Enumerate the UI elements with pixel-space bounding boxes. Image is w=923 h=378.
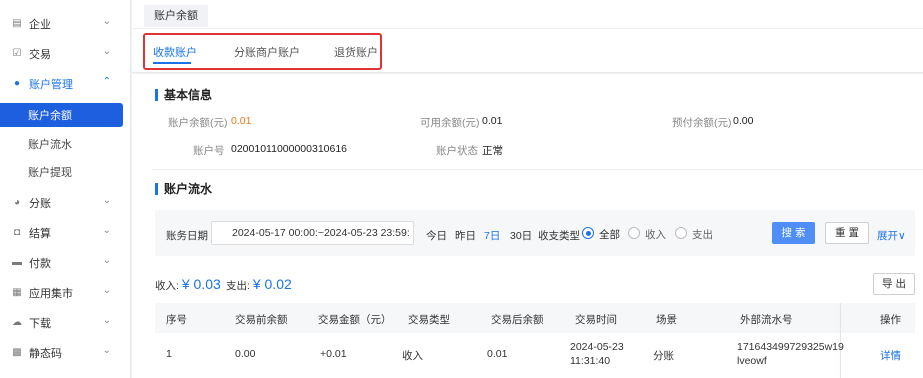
chevron-down-icon: ⌄ (102, 285, 111, 296)
cell-no: 1 (166, 348, 172, 360)
building-icon: ▤ (12, 18, 22, 29)
account-no-label: 账户号 (193, 145, 225, 157)
cell-time-date: 2024-05-23 (570, 341, 624, 353)
sub-account-balance[interactable]: 账户余额 (0, 103, 123, 127)
export-button[interactable]: 导 出 (873, 273, 915, 295)
divider (152, 169, 923, 170)
detail-link[interactable]: 详情 (880, 348, 901, 363)
cell-type: 收入 (402, 350, 423, 362)
nav-download[interactable]: ☁ 下载 ⌄ (0, 311, 131, 335)
balance-label: 账户余额(元) (168, 117, 228, 129)
prepaid-value: 0.00 (733, 115, 754, 127)
nav-static-code[interactable]: ▩ 静态码 ⌄ (0, 341, 131, 365)
cell-amount: +0.01 (320, 348, 347, 360)
chevron-down-icon: ⌄ (102, 345, 111, 356)
col-header-scene: 场景 (656, 314, 677, 326)
nav-app-market[interactable]: ▦ 应用集市 ⌄ (0, 281, 131, 305)
balance-value: 0.01 (231, 115, 252, 127)
nav-label: 结算 (29, 228, 51, 240)
account-no-value: 02001011000000310616 (231, 143, 348, 155)
account-icon: ● (13, 78, 21, 89)
settle-icon: ◘ (13, 227, 21, 238)
cell-before: 0.00 (235, 348, 256, 360)
nav-label: 静态码 (29, 348, 62, 360)
annotation-highlight-box (143, 33, 382, 70)
radio-income-label[interactable]: 收入 (645, 227, 666, 242)
col-header-ext-no: 外部流水号 (740, 314, 793, 326)
section-title-basic-info: 基本信息 (155, 89, 212, 101)
sidebar: ▤ 企业 ⌄ ☑ 交易 ⌄ ● 账户管理 ⌃ 账户余额 账户流水 账户提现 ◕ … (0, 0, 131, 378)
income-summary: 收入: ¥ 0.03 (155, 276, 221, 293)
col-header-before: 交易前余额 (235, 314, 288, 326)
nav-label: 应用集市 (29, 288, 73, 300)
cell-time-clock: 11:31:40 (570, 355, 611, 367)
sub-account-flow[interactable]: 账户流水 (0, 132, 123, 156)
qr-icon: ▩ (12, 347, 22, 358)
col-header-no: 序号 (166, 314, 187, 326)
col-header-time: 交易时间 (575, 314, 617, 326)
expense-label: 支出: (226, 280, 250, 292)
date-range-picker[interactable]: 2024-05-17 00:00:~2024-05-23 23:59: (211, 221, 414, 245)
reset-button[interactable]: 重 置 (825, 222, 869, 244)
available-label: 可用余额(元) (420, 117, 480, 129)
folder-icon: ▬ (12, 257, 22, 268)
chevron-down-icon: ⌄ (102, 16, 111, 27)
cloud-icon: ☁ (12, 317, 22, 328)
radio-expense[interactable] (675, 227, 687, 239)
chevron-down-icon: ⌄ (102, 255, 111, 266)
nav-label: 交易 (29, 49, 51, 61)
available-value: 0.01 (482, 115, 503, 127)
quick-7-days[interactable]: 7日 (484, 228, 500, 243)
account-status-value: 正常 (482, 145, 503, 157)
quick-yesterday[interactable]: 昨日 (455, 228, 476, 243)
chevron-down-icon: ⌄ (102, 225, 111, 236)
col-header-amount: 交易金额（元） (318, 314, 392, 326)
col-header-after: 交易后余额 (491, 314, 544, 326)
col-header-action: 操作 (880, 314, 901, 326)
radio-all-label[interactable]: 全部 (599, 227, 620, 242)
nav-label: 账户管理 (29, 79, 73, 91)
cell-ext-no-line2: lveowf (737, 355, 767, 367)
expense-value: ¥ 0.02 (252, 276, 292, 292)
nav-settlement[interactable]: ◘ 结算 ⌄ (0, 221, 131, 245)
expense-summary: 支出: ¥ 0.02 (226, 276, 292, 293)
pie-icon: ◕ (13, 197, 21, 208)
cell-scene: 分账 (653, 350, 674, 362)
checkbox-icon: ☑ (12, 48, 22, 59)
apps-icon: ▦ (12, 287, 22, 298)
account-status-label: 账户状态 (436, 145, 478, 157)
chevron-down-icon: ⌄ (102, 46, 111, 57)
cell-ext-no-line1: 171643499729325w19 (737, 341, 844, 353)
income-value: ¥ 0.03 (181, 276, 221, 292)
cell-after: 0.01 (487, 348, 508, 360)
search-button[interactable]: 搜 索 (772, 222, 815, 244)
page-tab-account-balance[interactable]: 账户余额 (144, 5, 208, 27)
chevron-down-icon: ⌄ (102, 315, 111, 326)
expand-link[interactable]: 展开∨ (877, 228, 906, 243)
radio-income[interactable] (628, 227, 640, 239)
nav-label: 付款 (29, 258, 51, 270)
radio-all[interactable] (582, 227, 594, 239)
section-title-account-flow: 账户流水 (155, 183, 212, 195)
chevron-down-icon: ⌄ (102, 195, 111, 206)
quick-30-days[interactable]: 30日 (510, 228, 532, 243)
income-label: 收入: (155, 280, 179, 292)
nav-enterprise[interactable]: ▤ 企业 ⌄ (0, 12, 131, 36)
nav-label: 下载 (29, 318, 51, 330)
type-label: 收支类型 (538, 230, 580, 242)
sub-account-withdraw[interactable]: 账户提现 (0, 160, 123, 184)
col-header-type: 交易类型 (408, 314, 450, 326)
page-tab-bar: 账户余额 (132, 0, 923, 29)
chevron-up-icon: ⌃ (102, 76, 111, 87)
nav-account-management[interactable]: ● 账户管理 ⌃ (0, 72, 131, 96)
nav-split[interactable]: ◕ 分账 ⌄ (0, 191, 131, 215)
radio-expense-label[interactable]: 支出 (692, 227, 713, 242)
prepaid-label: 预付余额(元) (672, 117, 732, 129)
date-label: 账务日期 (166, 230, 208, 242)
nav-payment[interactable]: ▬ 付款 ⌄ (0, 251, 131, 275)
nav-transaction[interactable]: ☑ 交易 ⌄ (0, 42, 131, 66)
nav-label: 分账 (29, 198, 51, 210)
quick-today[interactable]: 今日 (426, 228, 447, 243)
nav-label: 企业 (29, 19, 51, 31)
